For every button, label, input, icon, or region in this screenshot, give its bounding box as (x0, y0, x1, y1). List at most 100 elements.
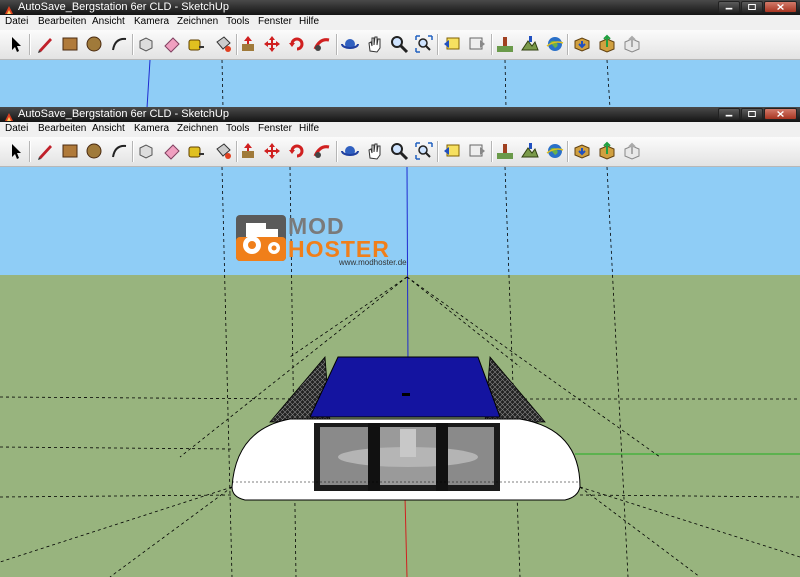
menu-bearbeiten[interactable]: Bearbeiten (38, 16, 86, 27)
menu-datei[interactable]: Datei (5, 16, 28, 27)
arc-icon[interactable] (109, 141, 129, 161)
next-view-icon[interactable] (467, 141, 487, 161)
sketchup-app-icon (4, 109, 14, 121)
toolbar-separator (567, 34, 569, 55)
maximize-button[interactable] (741, 1, 763, 13)
follow-me-icon[interactable] (312, 141, 332, 161)
toolbar-separator (336, 34, 338, 55)
zoom-icon[interactable] (389, 34, 409, 54)
pan-icon[interactable] (364, 141, 384, 161)
share-component-icon[interactable] (622, 141, 642, 161)
close-button[interactable] (764, 108, 797, 120)
menu-kamera[interactable]: Kamera (134, 123, 169, 134)
toolbar-separator (437, 34, 439, 55)
zoom-icon[interactable] (389, 141, 409, 161)
share-component-icon[interactable] (622, 34, 642, 54)
tape-measure-icon[interactable] (186, 141, 206, 161)
toolbar-separator (437, 141, 439, 162)
get-models-icon[interactable] (572, 34, 592, 54)
google-earth-icon[interactable] (545, 34, 565, 54)
toolbar-separator (132, 141, 134, 162)
toolbar-separator (132, 34, 134, 55)
arc-icon[interactable] (109, 34, 129, 54)
zoom-extents-icon[interactable] (414, 34, 434, 54)
drawing-area[interactable] (0, 60, 800, 108)
rotate-icon[interactable] (287, 141, 307, 161)
share-model-icon[interactable] (597, 141, 617, 161)
orbit-icon[interactable] (340, 34, 360, 54)
menu-bearbeiten[interactable]: Bearbeiten (38, 123, 86, 134)
add-location-icon[interactable] (495, 34, 515, 54)
next-view-icon[interactable] (467, 34, 487, 54)
close-button[interactable] (764, 1, 797, 13)
add-location-icon[interactable] (495, 141, 515, 161)
zoom-extents-icon[interactable] (414, 141, 434, 161)
menu-zeichnen[interactable]: Zeichnen (177, 123, 218, 134)
minimize-button[interactable] (718, 1, 740, 13)
main-window: AutoSave_Bergstation 6er CLD - SketchUp … (0, 107, 800, 577)
pan-icon[interactable] (364, 34, 384, 54)
tractor-logo-icon (236, 215, 286, 261)
select-icon[interactable] (6, 141, 26, 161)
toolbar-separator (336, 141, 338, 162)
toolbar-separator (567, 141, 569, 162)
menu-fenster[interactable]: Fenster (258, 16, 292, 27)
menu-bar: Datei Bearbeiten Ansicht Kamera Zeichnen… (0, 15, 800, 30)
get-models-icon[interactable] (572, 141, 592, 161)
pencil-line-icon[interactable] (35, 34, 55, 54)
minimize-button[interactable] (718, 108, 740, 120)
drawing-area[interactable]: MOD HOSTER www.modhoster.de (0, 167, 800, 577)
follow-me-icon[interactable] (312, 34, 332, 54)
make-component-icon[interactable] (136, 34, 156, 54)
tape-measure-icon[interactable] (186, 34, 206, 54)
menu-zeichnen[interactable]: Zeichnen (177, 16, 218, 27)
menu-datei[interactable]: Datei (5, 123, 28, 134)
circle-icon[interactable] (84, 34, 104, 54)
toggle-terrain-icon[interactable] (520, 141, 540, 161)
share-model-icon[interactable] (597, 34, 617, 54)
menu-tools[interactable]: Tools (226, 16, 249, 27)
menu-fenster[interactable]: Fenster (258, 123, 292, 134)
menu-hilfe[interactable]: Hilfe (299, 123, 319, 134)
push-pull-icon[interactable] (238, 141, 258, 161)
toggle-terrain-icon[interactable] (520, 34, 540, 54)
previous-view-icon[interactable] (442, 141, 462, 161)
orbit-icon[interactable] (340, 141, 360, 161)
rectangle-icon[interactable] (60, 141, 80, 161)
menu-kamera[interactable]: Kamera (134, 16, 169, 27)
toolbar-separator (236, 34, 238, 55)
paint-bucket-icon[interactable] (213, 34, 233, 54)
menu-ansicht[interactable]: Ansicht (92, 16, 125, 27)
toolbar-separator (491, 34, 493, 55)
window-title: AutoSave_Bergstation 6er CLD - SketchUp (18, 1, 229, 13)
title-bar[interactable]: AutoSave_Bergstation 6er CLD - SketchUp (0, 0, 800, 16)
select-icon[interactable] (6, 34, 26, 54)
toolbar (0, 137, 800, 167)
circle-icon[interactable] (84, 141, 104, 161)
push-pull-icon[interactable] (238, 34, 258, 54)
toolbar-separator (29, 141, 31, 162)
make-component-icon[interactable] (136, 141, 156, 161)
menu-ansicht[interactable]: Ansicht (92, 123, 125, 134)
menu-tools[interactable]: Tools (226, 123, 249, 134)
modhoster-watermark: MOD HOSTER www.modhoster.de (236, 211, 407, 267)
window-title: AutoSave_Bergstation 6er CLD - SketchUp (18, 108, 229, 120)
toolbar-separator (29, 34, 31, 55)
logo-url: www.modhoster.de (339, 258, 407, 267)
move-icon[interactable] (262, 141, 282, 161)
sketchup-app-icon (4, 2, 14, 14)
previous-view-icon[interactable] (442, 34, 462, 54)
eraser-icon[interactable] (162, 141, 182, 161)
rectangle-icon[interactable] (60, 34, 80, 54)
pencil-line-icon[interactable] (35, 141, 55, 161)
maximize-button[interactable] (741, 108, 763, 120)
move-icon[interactable] (262, 34, 282, 54)
eraser-icon[interactable] (162, 34, 182, 54)
toolbar (0, 30, 800, 60)
rotate-icon[interactable] (287, 34, 307, 54)
menu-hilfe[interactable]: Hilfe (299, 16, 319, 27)
paint-bucket-icon[interactable] (213, 141, 233, 161)
google-earth-icon[interactable] (545, 141, 565, 161)
title-bar[interactable]: AutoSave_Bergstation 6er CLD - SketchUp (0, 107, 800, 123)
background-window: AutoSave_Bergstation 6er CLD - SketchUp … (0, 0, 800, 108)
